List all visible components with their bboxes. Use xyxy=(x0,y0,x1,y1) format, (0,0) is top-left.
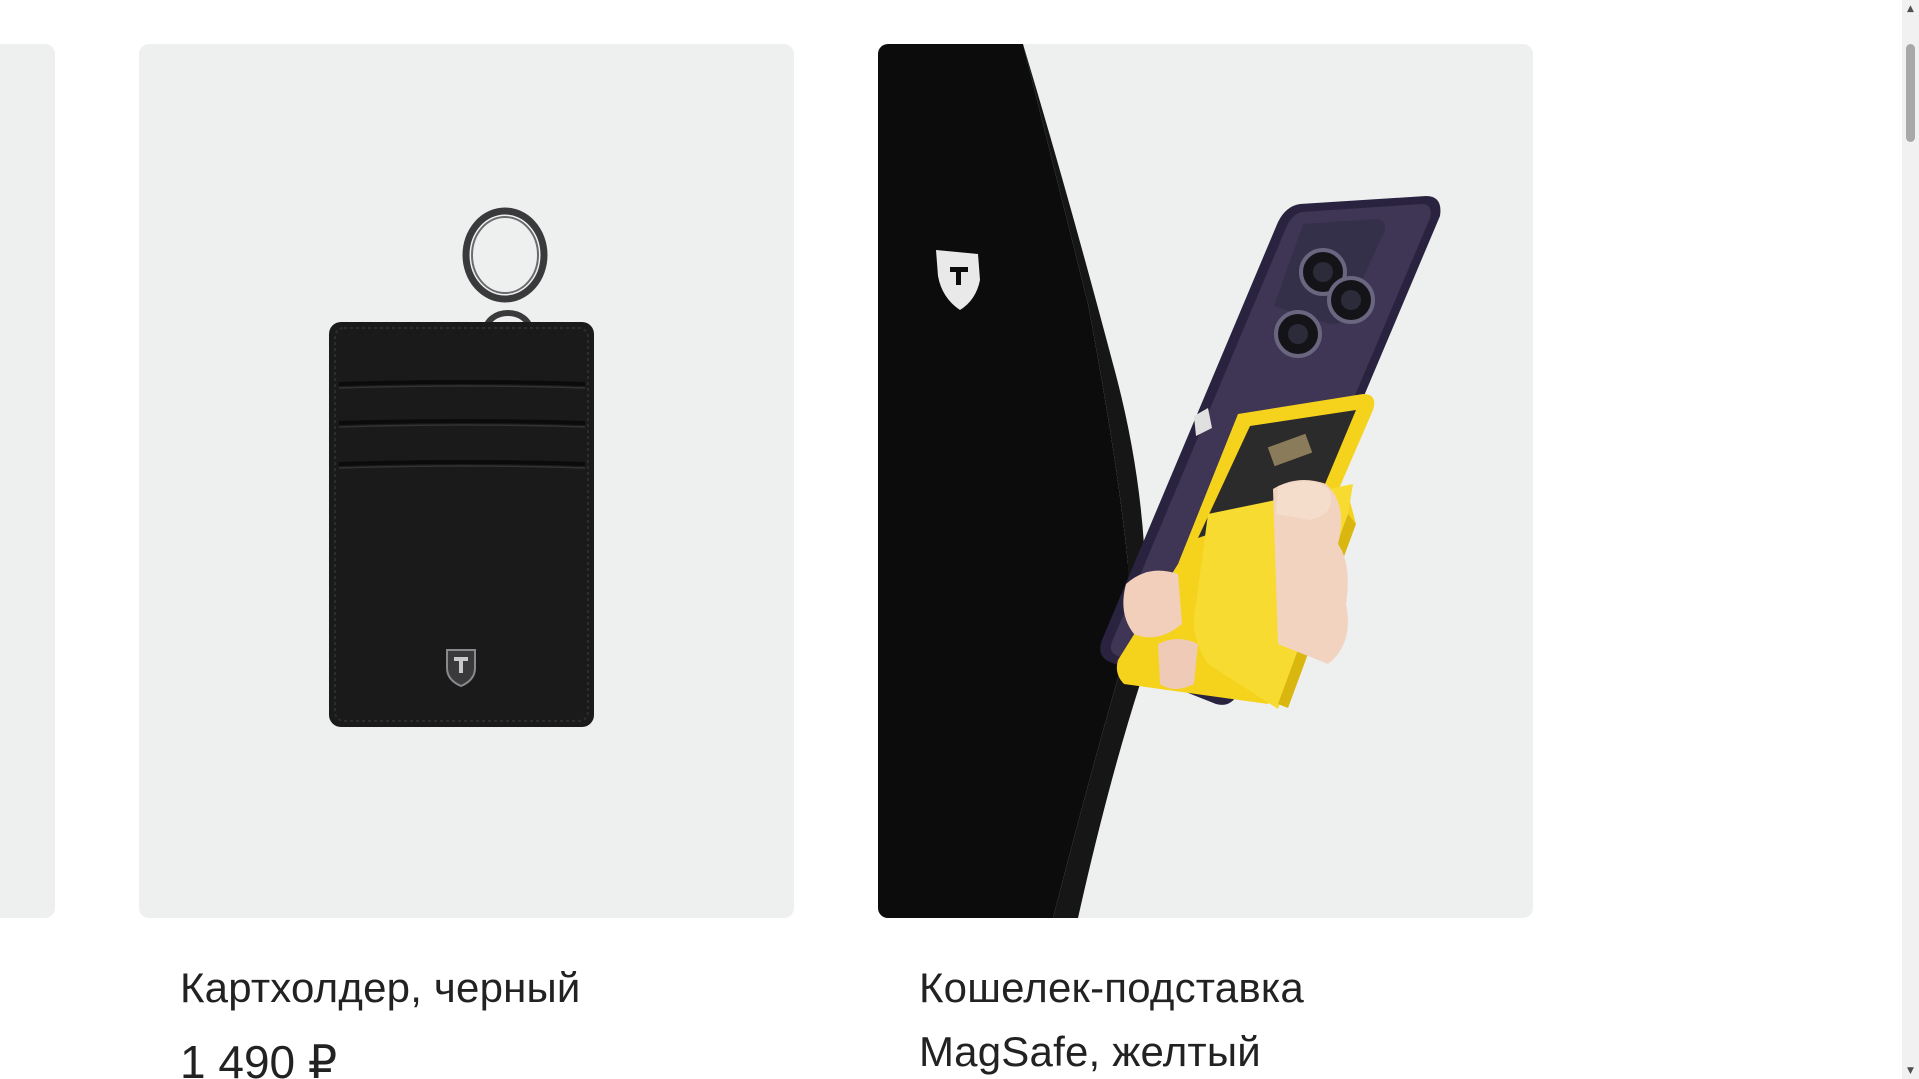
vertical-scrollbar[interactable]: ▲ ▼ xyxy=(1902,0,1919,1079)
product-grid-viewport: Картхолдер, черный 1 490 ₽ Кошелек-подст… xyxy=(0,0,1919,1079)
product-price: 1 490 ₽ xyxy=(180,1036,338,1079)
product-image[interactable] xyxy=(878,44,1533,918)
scroll-thumb[interactable] xyxy=(1906,44,1915,142)
product-card-partial[interactable] xyxy=(0,44,55,918)
product-image[interactable] xyxy=(139,44,794,918)
product-title[interactable]: Картхолдер, черный xyxy=(180,956,650,1020)
card-holder-image xyxy=(329,207,594,727)
scroll-down-arrow-icon[interactable]: ▼ xyxy=(1902,1062,1919,1079)
scroll-up-arrow-icon[interactable]: ▲ xyxy=(1902,0,1919,17)
product-card[interactable]: Картхолдер, черный 1 490 ₽ xyxy=(139,44,794,1079)
magsafe-wallet-image xyxy=(878,44,1441,918)
product-card[interactable]: Кошелек-подставка MagSafe, желтый xyxy=(878,44,1533,1079)
product-title[interactable]: Кошелек-подставка MagSafe, желтый xyxy=(919,956,1389,1079)
